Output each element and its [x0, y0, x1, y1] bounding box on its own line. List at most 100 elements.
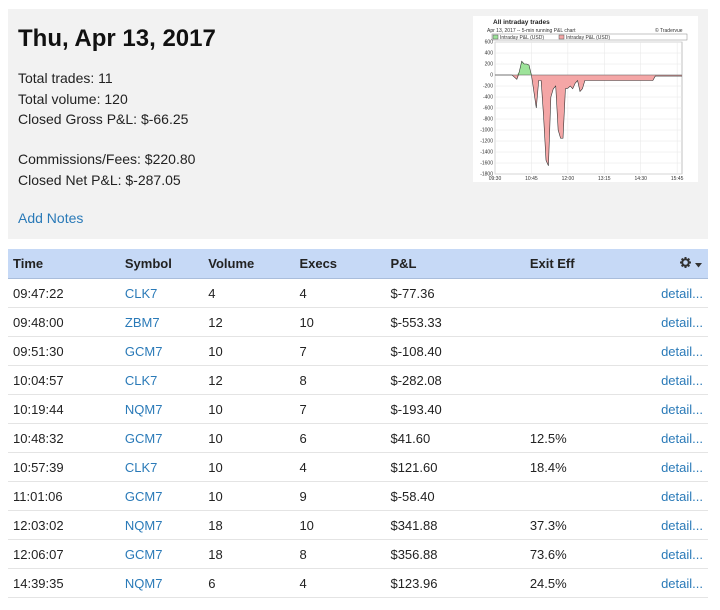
- trade-time: 09:48:00: [8, 307, 120, 337]
- trade-execs: 7: [294, 336, 386, 366]
- x-tick-label: 13:15: [598, 176, 611, 182]
- trade-execs: 9: [294, 481, 386, 511]
- trade-detail-link[interactable]: detail...: [656, 336, 708, 366]
- x-tick-label: 15:45: [671, 176, 684, 182]
- trade-detail-link[interactable]: detail...: [656, 278, 708, 308]
- trade-symbol-link[interactable]: GCM7: [119, 539, 204, 569]
- trade-exit-eff: 37.3%: [524, 510, 657, 540]
- trade-execs: 4: [294, 568, 386, 598]
- trade-execs: 10: [294, 307, 386, 337]
- chevron-down-icon: [695, 256, 702, 271]
- trade-pnl: $121.60: [385, 452, 525, 482]
- trade-time: 14:39:35: [8, 568, 120, 598]
- trade-symbol-link[interactable]: CLK7: [119, 365, 204, 395]
- trade-exit-eff: 24.5%: [524, 568, 657, 598]
- y-tick-label: 200: [485, 62, 494, 68]
- trades-table: Time Symbol Volume Execs P&L Exit Eff 09…: [8, 249, 708, 598]
- trade-volume: 12: [203, 365, 295, 395]
- col-header-symbol[interactable]: Symbol: [119, 249, 204, 279]
- trade-symbol-link[interactable]: NQM7: [119, 568, 204, 598]
- trade-exit-eff: [524, 336, 657, 366]
- pnl-chart-svg: All intraday trades Apr 13, 2017 -- 5-mi…: [480, 19, 688, 182]
- trade-detail-link[interactable]: detail...: [656, 481, 708, 511]
- y-tick-label: -1400: [480, 150, 493, 156]
- trade-volume: 10: [203, 394, 295, 424]
- trade-time: 11:01:06: [8, 481, 120, 511]
- trade-exit-eff: [524, 307, 657, 337]
- trade-volume: 10: [203, 423, 295, 453]
- trade-exit-eff: [524, 365, 657, 395]
- trade-symbol-link[interactable]: NQM7: [119, 510, 204, 540]
- col-header-time[interactable]: Time: [8, 249, 120, 279]
- trade-volume: 10: [203, 452, 295, 482]
- trade-detail-link[interactable]: detail...: [656, 539, 708, 569]
- table-row: 10:04:57 CLK7 12 8 $-282.08 detail...: [8, 365, 708, 395]
- gear-icon: [680, 256, 692, 271]
- trade-pnl: $-108.40: [385, 336, 525, 366]
- table-row: 10:57:39 CLK7 10 4 $121.60 18.4% detail...: [8, 452, 708, 482]
- y-tick-label: 400: [485, 51, 494, 57]
- trade-detail-link[interactable]: detail...: [656, 423, 708, 453]
- y-tick-label: -600: [483, 106, 493, 112]
- trade-execs: 7: [294, 394, 386, 424]
- y-tick-label: -800: [483, 117, 493, 123]
- trade-volume: 18: [203, 510, 295, 540]
- trade-exit-eff: 18.4%: [524, 452, 657, 482]
- col-header-pnl[interactable]: P&L: [385, 249, 525, 279]
- day-summary-panel: Thu, Apr 13, 2017 Total trades: 11 Total…: [8, 9, 708, 239]
- total-trades: Total trades: 11: [18, 70, 113, 86]
- trade-execs: 10: [294, 510, 386, 540]
- trade-pnl: $-553.33: [385, 307, 525, 337]
- table-header-row: Time Symbol Volume Execs P&L Exit Eff: [8, 249, 708, 279]
- trade-symbol-link[interactable]: CLK7: [119, 452, 204, 482]
- trade-time: 09:51:30: [8, 336, 120, 366]
- chart-title: All intraday trades: [493, 19, 550, 26]
- trade-exit-eff: 12.5%: [524, 423, 657, 453]
- page-title: Thu, Apr 13, 2017: [18, 25, 216, 52]
- table-settings-button[interactable]: [656, 249, 708, 279]
- x-tick-label: 09:30: [489, 176, 502, 182]
- trade-symbol-link[interactable]: GCM7: [119, 336, 204, 366]
- x-tick-label: 14:30: [634, 176, 647, 182]
- trade-exit-eff: [524, 481, 657, 511]
- trade-detail-link[interactable]: detail...: [656, 510, 708, 540]
- trade-execs: 8: [294, 539, 386, 569]
- table-row: 12:03:02 NQM7 18 10 $341.88 37.3% detail...: [8, 510, 708, 540]
- trade-pnl: $-282.08: [385, 365, 525, 395]
- trade-execs: 8: [294, 365, 386, 395]
- total-volume: Total volume: 120: [18, 91, 128, 107]
- table-row: 09:47:22 CLK7 4 4 $-77.36 detail...: [8, 278, 708, 308]
- intraday-pnl-chart[interactable]: All intraday trades Apr 13, 2017 -- 5-mi…: [473, 16, 698, 182]
- trade-detail-link[interactable]: detail...: [656, 307, 708, 337]
- trade-time: 10:19:44: [8, 394, 120, 424]
- trade-symbol-link[interactable]: CLK7: [119, 278, 204, 308]
- trade-detail-link[interactable]: detail...: [656, 568, 708, 598]
- chart-credit: © Tradervue: [655, 27, 683, 34]
- table-row: 10:48:32 GCM7 10 6 $41.60 12.5% detail...: [8, 423, 708, 453]
- trade-symbol-link[interactable]: GCM7: [119, 423, 204, 453]
- y-tick-label: 0: [490, 73, 493, 79]
- trade-symbol-link[interactable]: NQM7: [119, 394, 204, 424]
- chart-subtitle: Apr 13, 2017 -- 5-min running P&L chart: [487, 28, 576, 34]
- trade-symbol-link[interactable]: ZBM7: [119, 307, 204, 337]
- trade-symbol-link[interactable]: GCM7: [119, 481, 204, 511]
- table-row: 09:51:30 GCM7 10 7 $-108.40 detail...: [8, 336, 708, 366]
- trade-pnl: $341.88: [385, 510, 525, 540]
- col-header-exit-eff[interactable]: Exit Eff: [524, 249, 657, 279]
- table-row: 11:01:06 GCM7 10 9 $-58.40 detail...: [8, 481, 708, 511]
- col-header-volume[interactable]: Volume: [203, 249, 295, 279]
- trade-detail-link[interactable]: detail...: [656, 452, 708, 482]
- trade-execs: 6: [294, 423, 386, 453]
- trade-detail-link[interactable]: detail...: [656, 365, 708, 395]
- trade-exit-eff: [524, 394, 657, 424]
- col-header-execs[interactable]: Execs: [294, 249, 386, 279]
- closed-net-pnl: Closed Net P&L: $-287.05: [18, 172, 181, 188]
- commissions-fees: Commissions/Fees: $220.80: [18, 151, 196, 167]
- closed-gross-pnl: Closed Gross P&L: $-66.25: [18, 111, 189, 127]
- trade-volume: 18: [203, 539, 295, 569]
- legend-swatch-positive: [492, 34, 499, 40]
- trade-time: 10:04:57: [8, 365, 120, 395]
- trade-detail-link[interactable]: detail...: [656, 394, 708, 424]
- trade-pnl: $41.60: [385, 423, 525, 453]
- add-notes-link[interactable]: Add Notes: [18, 210, 83, 226]
